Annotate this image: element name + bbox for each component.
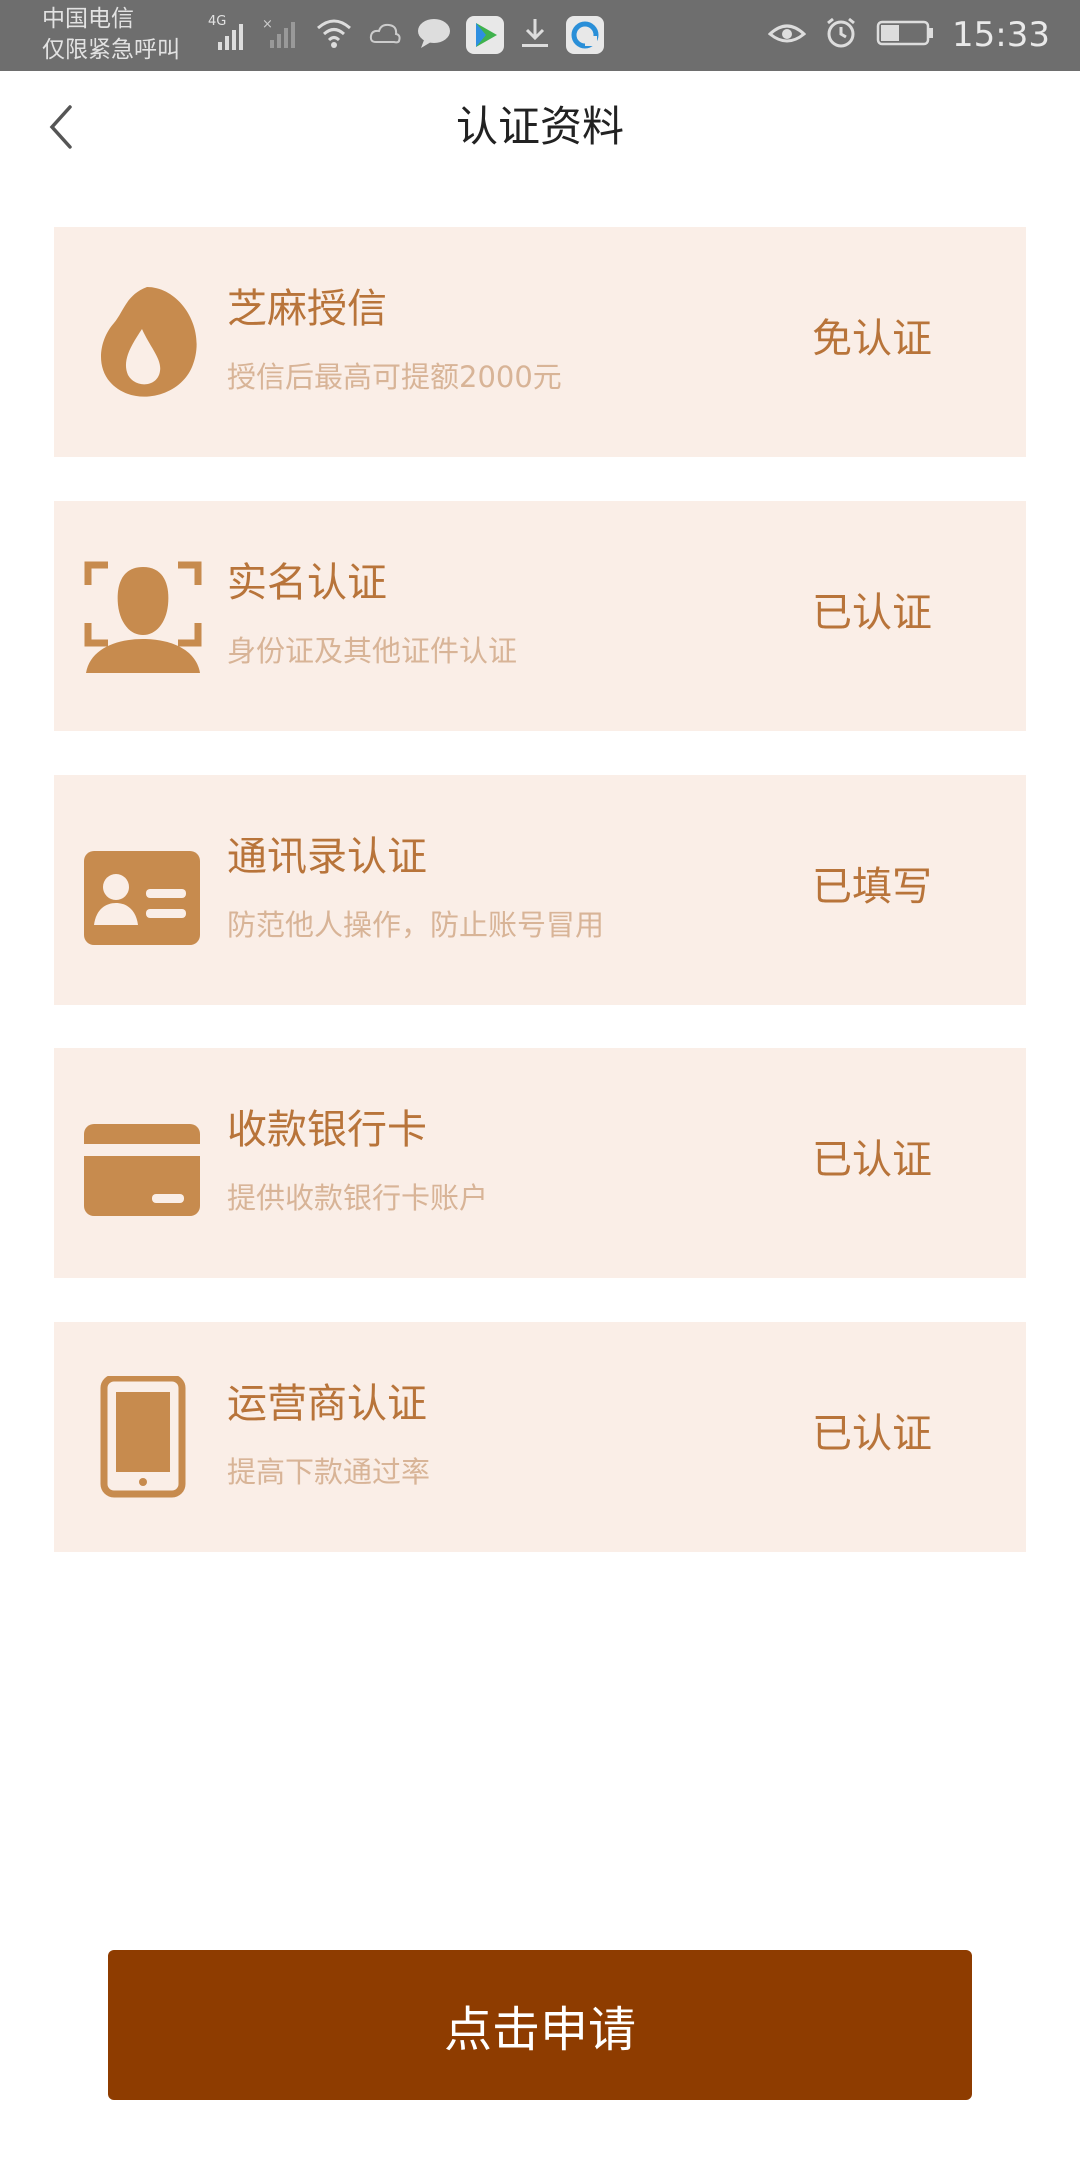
card-status: 已认证 (812, 1137, 932, 1183)
video-app-icon (466, 16, 504, 54)
phone-icon (80, 1374, 206, 1502)
card-subtitle: 授信后最高可提额2000元 (227, 360, 562, 394)
card-title: 收款银行卡 (227, 1107, 427, 1153)
card-title: 芝麻授信 (227, 286, 387, 332)
card-status: 免认证 (812, 316, 932, 362)
clock-time: 15:33 (952, 15, 1050, 55)
eye-comfort-icon (767, 18, 807, 52)
sesame-credit-icon (80, 281, 206, 407)
page-title: 认证资料 (455, 102, 624, 151)
card-title: 通讯录认证 (227, 834, 427, 880)
card-title: 运营商认证 (227, 1381, 427, 1427)
wifi-icon (314, 16, 354, 54)
emergency-only-label: 仅限紧急呼叫 (42, 37, 180, 63)
no-sim-signal-icon: × (262, 16, 300, 54)
bank-card-icon (80, 1102, 206, 1228)
card-subtitle: 防范他人操作，防止账号冒用 (227, 908, 605, 942)
card-carrier[interactable]: 运营商认证 提高下款通过率 已认证 (54, 1322, 1026, 1552)
status-icons-right: 15:33 (767, 14, 1050, 56)
card-status: 已认证 (812, 1411, 932, 1457)
app-header: 认证资料 (0, 71, 1080, 181)
status-bar: 中国电信 仅限紧急呼叫 4G × 15:33 (0, 0, 1080, 71)
carrier-name: 中国电信 (42, 6, 134, 32)
card-sesame-credit[interactable]: 芝麻授信 授信后最高可提额2000元 免认证 (54, 227, 1026, 457)
card-contacts[interactable]: 通讯录认证 防范他人操作，防止账号冒用 已填写 (54, 775, 1026, 1005)
svg-text:×: × (262, 17, 273, 32)
message-icon (416, 16, 452, 54)
battery-icon (876, 19, 934, 51)
card-status: 已认证 (812, 590, 932, 636)
contact-card-icon (80, 829, 206, 955)
card-subtitle: 身份证及其他证件认证 (227, 634, 518, 668)
alarm-icon (824, 16, 858, 54)
network-type-label: 4G (208, 14, 227, 29)
card-title: 实名认证 (227, 560, 387, 606)
browser-app-icon (566, 16, 604, 54)
card-real-name[interactable]: 实名认证 身份证及其他证件认证 已认证 (54, 501, 1026, 731)
carrier-info: 中国电信 仅限紧急呼叫 (42, 4, 180, 66)
weather-icon (368, 16, 402, 54)
card-status: 已填写 (812, 864, 932, 910)
face-recognition-icon (80, 555, 206, 681)
card-bank-card[interactable]: 收款银行卡 提供收款银行卡账户 已认证 (54, 1048, 1026, 1278)
apply-button[interactable]: 点击申请 (108, 1950, 972, 2100)
card-subtitle: 提高下款通过率 (227, 1455, 431, 1489)
card-subtitle: 提供收款银行卡账户 (227, 1181, 489, 1215)
status-icons-left: 4G × (208, 14, 604, 56)
cellular-signal-icon: 4G (208, 14, 248, 52)
download-icon (518, 16, 552, 54)
